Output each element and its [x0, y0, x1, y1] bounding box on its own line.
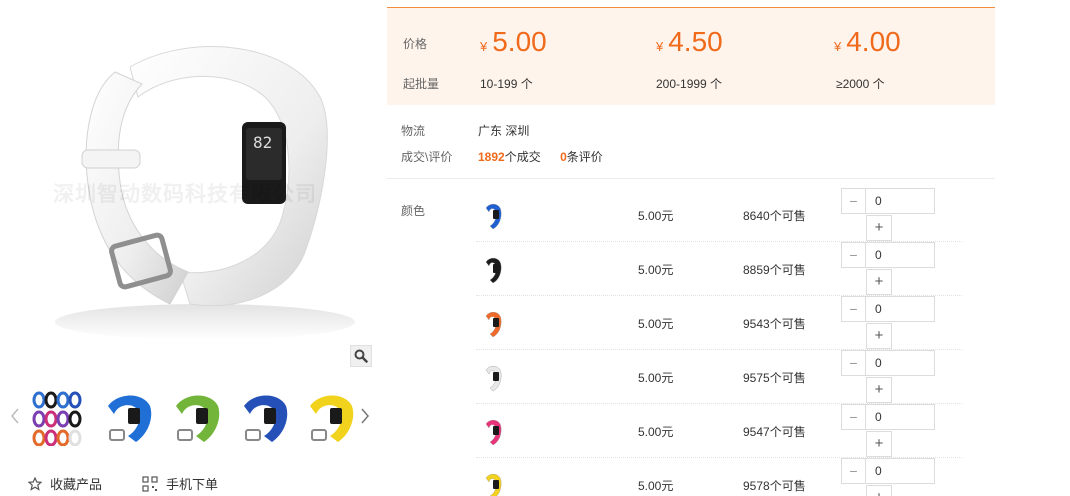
band-color-swatch-icon[interactable] [482, 364, 504, 392]
quantity-input[interactable]: 0 [866, 188, 935, 214]
band-color-swatch-icon[interactable] [482, 256, 504, 284]
price-tier-panel: 价格 起批量 ¥ 5.00 ¥ 4.50 ¥ 4.00 10-199 个 200… [387, 7, 995, 105]
sku-price: 5.00元 [638, 317, 674, 331]
thumbnail-yellow[interactable] [300, 386, 360, 446]
band-color-swatch-icon[interactable] [482, 418, 504, 446]
band-display-digits: 82 [253, 133, 272, 152]
chevron-left-icon [11, 408, 19, 424]
tier-qty-1: 10-199 个 [480, 77, 533, 91]
deals-reviews-label: 成交\评价 [401, 150, 453, 164]
currency-symbol: ¥ [480, 39, 488, 54]
sku-row: 5.00元 8640个可售 −0 + [476, 188, 962, 242]
tier-price-1: ¥ 5.00 [480, 26, 547, 58]
sku-price: 5.00元 [638, 425, 674, 439]
quantity-decrease-button[interactable]: − [841, 404, 866, 430]
sku-price: 5.00元 [638, 263, 674, 277]
mobile-order-label: 手机下单 [166, 477, 219, 492]
quantity-increase-button[interactable]: + [866, 377, 892, 403]
sku-row: 5.00元 9543个可售 −0 + [476, 296, 962, 350]
quantity-decrease-button[interactable]: − [841, 350, 866, 376]
sku-row: 5.00元 9547个可售 −0 + [476, 404, 962, 458]
sku-row: 5.00元 8859个可售 −0 + [476, 242, 962, 296]
favorite-product-label: 收藏产品 [50, 477, 103, 492]
tier-qty-2: 200-1999 个 [656, 77, 723, 91]
reviews-suffix: 条评价 [566, 150, 603, 164]
multi-color-bands-image [32, 391, 82, 447]
royal-blue-band-image [244, 395, 288, 442]
quantity-decrease-button[interactable]: − [841, 458, 866, 484]
mobile-order-button[interactable]: 手机下单 [142, 474, 218, 493]
tier-price-2: ¥ 4.50 [656, 26, 723, 58]
thumbnail-royal-blue[interactable] [234, 386, 294, 446]
thumbnail-prev-button[interactable] [8, 404, 22, 428]
sku-stock: 8640个可售 [743, 209, 806, 223]
sku-price: 5.00元 [638, 209, 674, 223]
section-divider [387, 178, 995, 179]
favorite-product-button[interactable]: 收藏产品 [28, 474, 102, 493]
sku-stock: 9575个可售 [743, 371, 806, 385]
quantity-input[interactable]: 0 [866, 296, 935, 322]
moq-label: 起批量 [403, 77, 440, 91]
quantity-decrease-button[interactable]: − [841, 296, 866, 322]
logistics-location: 广东 深圳 [478, 124, 530, 138]
sku-stock: 8859个可售 [743, 263, 806, 277]
quantity-input[interactable]: 0 [866, 242, 935, 268]
gallery-actions: 收藏产品 手机下单 [28, 474, 368, 496]
tier-price-3: ¥ 4.00 [834, 26, 901, 58]
quantity-increase-button[interactable]: + [866, 269, 892, 295]
quantity-decrease-button[interactable]: − [841, 188, 866, 214]
tier-price-2-value: 4.50 [668, 26, 723, 57]
quantity-increase-button[interactable]: + [866, 485, 892, 496]
deals-count[interactable]: 1892 [478, 150, 505, 164]
quantity-increase-button[interactable]: + [866, 215, 892, 241]
deals-reviews-value: 1892个成交 0条评价 [478, 148, 603, 165]
thumbnail-green[interactable] [166, 386, 226, 446]
quantity-decrease-button[interactable]: − [841, 242, 866, 268]
thumbnail-multi-color[interactable] [30, 386, 90, 447]
logistics-label: 物流 [401, 124, 426, 138]
band-color-swatch-icon[interactable] [482, 202, 504, 230]
currency-symbol: ¥ [834, 39, 842, 54]
deals-suffix: 个成交 [504, 150, 541, 164]
thumbnail-blue[interactable] [98, 386, 158, 446]
band-color-swatch-icon[interactable] [482, 472, 504, 496]
sku-row: 5.00元 9575个可售 −0 + [476, 350, 962, 404]
watermark-text: 深圳智动数码科技有限公司 [53, 183, 317, 206]
currency-symbol: ¥ [656, 39, 664, 54]
tier-price-1-value: 5.00 [492, 26, 547, 57]
magnifier-icon [354, 349, 368, 363]
sku-stock: 9578个可售 [743, 479, 806, 493]
thumbnail-next-button[interactable] [358, 404, 372, 428]
sku-price: 5.00元 [638, 479, 674, 493]
quantity-increase-button[interactable]: + [866, 323, 892, 349]
green-band-image [176, 395, 220, 442]
quantity-increase-button[interactable]: + [866, 431, 892, 457]
quantity-input[interactable]: 0 [866, 404, 935, 430]
zoom-button[interactable] [350, 345, 372, 367]
sku-stock: 9547个可售 [743, 425, 806, 439]
quantity-input[interactable]: 0 [866, 350, 935, 376]
color-label: 颜色 [401, 204, 426, 218]
sku-row: 5.00元 9578个可售 −0+ [476, 458, 962, 496]
tier-qty-3: ≥2000 个 [836, 77, 885, 91]
sku-price: 5.00元 [638, 371, 674, 385]
chevron-right-icon [361, 408, 369, 424]
reviews-count[interactable]: 0 [560, 150, 567, 164]
tier-price-3-value: 4.00 [846, 26, 901, 57]
qr-code-icon [142, 475, 158, 492]
yellow-band-image [310, 395, 354, 442]
star-icon [28, 476, 42, 491]
logistics-section: 物流 广东 深圳 成交\评价 1892个成交 0条评价 [387, 118, 995, 178]
product-gallery: 82 深圳智动数码科技有限公司 收藏产品 手机下单 [0, 0, 380, 496]
sku-stock: 9543个可售 [743, 317, 806, 331]
band-color-swatch-icon[interactable] [482, 310, 504, 338]
price-label: 价格 [403, 37, 428, 51]
thumbnail-carousel [8, 382, 378, 452]
blue-band-image [108, 395, 152, 442]
quantity-input[interactable]: 0 [866, 458, 935, 484]
